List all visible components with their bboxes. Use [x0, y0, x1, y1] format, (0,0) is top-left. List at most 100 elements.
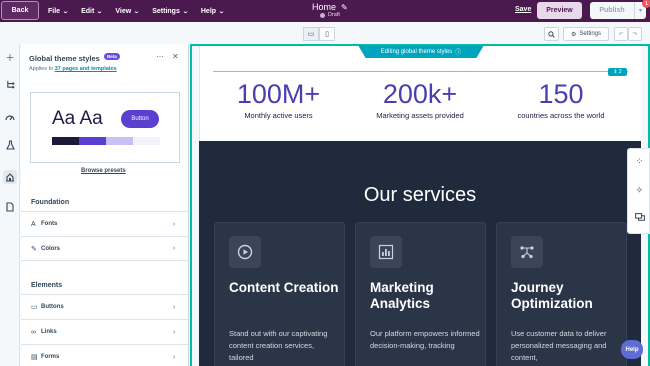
swatch-light [106, 137, 133, 145]
gear-icon: ⚙ [570, 31, 577, 38]
typography-sample: Aa Aa [52, 108, 103, 129]
comment-icon[interactable] [633, 211, 646, 224]
back-button[interactable]: Back [1, 1, 39, 20]
forms-row[interactable]: ▤ Forms › [21, 344, 188, 366]
menu-view[interactable]: View ⌄ [115, 7, 140, 15]
preview-button[interactable]: Preview [537, 2, 582, 19]
menu-view-label: View [115, 7, 132, 15]
chevron-down-icon: ⌄ [218, 8, 225, 15]
links-row[interactable]: ∞ Links › [21, 319, 188, 344]
publish-button[interactable]: Publish [590, 2, 634, 19]
search-button[interactable] [544, 27, 559, 41]
service-title: Marketing Analytics [370, 280, 434, 311]
services-section[interactable]: Our services Content Creation Stand out … [199, 141, 641, 366]
notification-badge[interactable]: 1 [642, 0, 650, 8]
swatch-lightest [133, 137, 160, 145]
stat-countries[interactable]: 150 countries across the world [507, 81, 615, 121]
flask-icon[interactable] [3, 138, 17, 152]
chevron-right-icon: › [173, 303, 176, 311]
add-icon[interactable]: ＋ [3, 50, 17, 64]
chevron-right-icon: › [173, 245, 176, 252]
chevron-right-icon: › [173, 328, 176, 336]
paint-icon: ✎ [31, 245, 37, 253]
speed-icon-svg [5, 115, 15, 121]
top-bar: Back File ⌄ Edit ⌄ View ⌄ Settings ⌄ Help ⌄ H… [0, 0, 650, 22]
more-options-icon[interactable]: ⋯ [156, 52, 165, 61]
editing-banner-text: Editing global theme styles [380, 48, 453, 55]
chevron-down-icon: ▾ [638, 8, 642, 14]
service-card[interactable]: Content Creation Stand out with our capt… [214, 222, 345, 366]
settings-button[interactable]: ⚙ Settings [563, 27, 609, 41]
settings-label: Settings [579, 31, 602, 37]
service-title: Journey Optimization [511, 280, 593, 311]
buttons-row[interactable]: ▭ Buttons › [21, 294, 188, 319]
fonts-row[interactable]: A Fonts › [21, 211, 188, 236]
mobile-view-button[interactable]: ▯ [319, 27, 335, 41]
save-button[interactable]: Save [515, 6, 531, 13]
tree-icon[interactable] [3, 77, 17, 91]
sparkle-icon[interactable]: ✧ [633, 184, 646, 197]
desktop-view-button[interactable]: ▭ [303, 27, 319, 41]
pencil-icon[interactable]: ✎ [341, 3, 348, 12]
status-text: Draft [328, 12, 340, 18]
redo-button[interactable]: ↷ [628, 27, 642, 41]
theme-icon[interactable] [3, 170, 17, 184]
chevron-down-icon: ⌄ [96, 8, 104, 15]
stat-label: Marketing assets provided [376, 111, 464, 120]
button-icon: ▭ [31, 304, 38, 311]
menu-settings[interactable]: Settings ⌄ [152, 8, 188, 15]
link-icon: ∞ [31, 328, 36, 336]
form-icon: ▤ [31, 354, 38, 361]
stat-users[interactable]: 100M+ Monthly active users [226, 79, 331, 121]
flask-icon-svg [5, 140, 15, 150]
device-toggle: ▭ ▯ [303, 27, 335, 41]
buttons-label: Buttons [41, 304, 64, 310]
browse-presets-link[interactable]: Browse presets [81, 168, 126, 174]
stat-value: 100M+ [236, 79, 321, 109]
undo-button[interactable]: ↶ [614, 27, 628, 41]
colors-row[interactable]: ✎ Colors › [21, 236, 188, 261]
page-title-text: Home [312, 2, 337, 12]
desktop-icon: ▭ [307, 31, 315, 38]
beta-badge: Beta [104, 53, 120, 60]
page-icon[interactable] [3, 200, 17, 214]
chevron-down-icon: ⌄ [62, 8, 69, 15]
service-card[interactable]: Journey Optimization Use customer data t… [496, 222, 627, 366]
section-handle[interactable]: ⇕ 2 [608, 68, 627, 76]
menu-edit[interactable]: Edit ⌄ [81, 8, 104, 15]
undo-icon: ↶ [618, 31, 624, 38]
status-badge: Draft [320, 12, 340, 18]
menu-help[interactable]: Help ⌄ [200, 7, 225, 15]
speed-icon[interactable] [3, 110, 17, 124]
info-icon[interactable]: ⓘ [455, 47, 461, 56]
route-icon [511, 236, 543, 268]
stat-label: countries across the world [517, 111, 605, 120]
mobile-icon: ▯ [325, 31, 329, 38]
drag-icon: ⇕ [613, 69, 618, 75]
menu-file[interactable]: File ⌄ [48, 8, 69, 15]
help-button[interactable]: Help [621, 340, 643, 359]
colors-label: Colors [41, 245, 61, 252]
route-icon-svg [520, 246, 534, 259]
applies-to-text: Applies to 37 pages and templates [29, 66, 117, 72]
comment-icon-svg [634, 213, 645, 221]
font-icon: A [31, 220, 36, 228]
menu-help-label: Help [200, 7, 217, 15]
service-body: Use customer data to deliver personalize… [511, 329, 607, 362]
fonts-label: Fonts [41, 221, 58, 227]
search-icon [548, 30, 555, 38]
chevron-down-icon: ⌄ [182, 8, 189, 15]
close-icon[interactable]: ✕ [172, 52, 179, 61]
applies-link[interactable]: 37 pages and templates [55, 66, 117, 72]
stat-value: 200k+ [382, 79, 458, 109]
page-title[interactable]: Home ✎ [312, 2, 348, 12]
section-outline [213, 71, 628, 72]
stat-assets[interactable]: 200k+ Marketing assets provided [364, 79, 476, 121]
menu-settings-label: Settings [152, 7, 180, 15]
menu-bar: File ⌄ Edit ⌄ View ⌄ Settings ⌄ Help ⌄ [48, 0, 225, 22]
elements-heading: Elements [31, 282, 63, 289]
service-card[interactable]: Marketing Analytics Our platform empower… [355, 222, 486, 366]
grid-icon[interactable]: ⁘ [633, 155, 646, 168]
bar-chart-icon [370, 236, 402, 268]
links-label: Links [41, 329, 57, 335]
